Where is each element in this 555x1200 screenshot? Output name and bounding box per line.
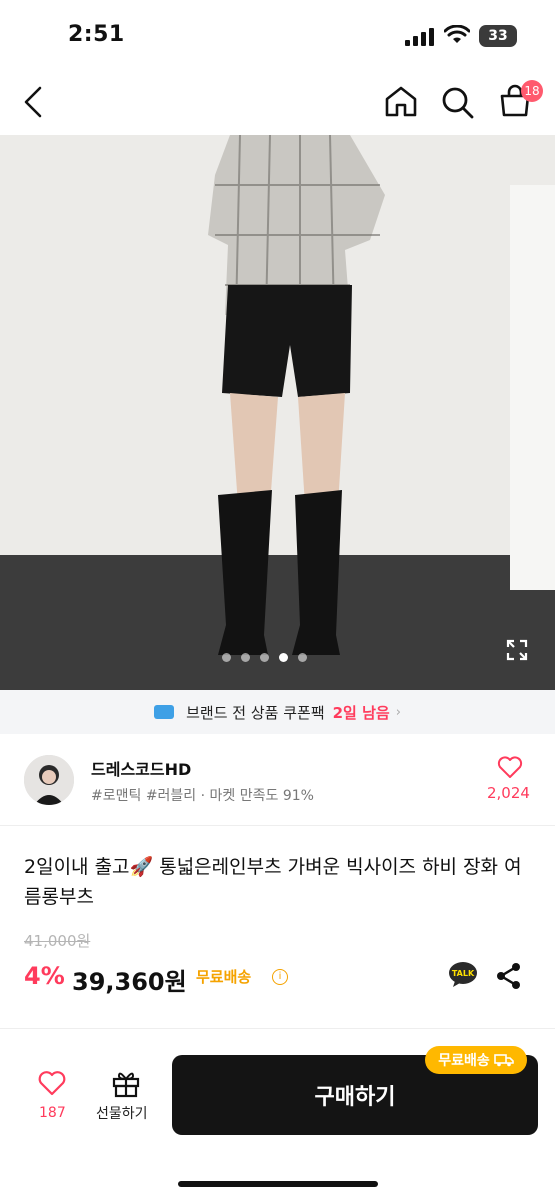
cart-count-badge: 18 xyxy=(521,80,543,102)
battery-indicator: 33 xyxy=(479,25,517,47)
chevron-right-icon: › xyxy=(395,704,401,720)
search-icon[interactable] xyxy=(441,86,475,120)
seller-name[interactable]: 드레스코드HD xyxy=(91,756,191,780)
seller-tags: #로맨틱 #러블리 · 마켓 만족도 91% xyxy=(91,788,314,804)
divider xyxy=(0,825,555,826)
discount-rate: 4% xyxy=(24,962,65,990)
original-price: 41,000원 xyxy=(24,932,91,950)
carousel-indicator xyxy=(222,653,307,662)
free-shipping-label: 무료배송 xyxy=(196,968,252,986)
heart-icon[interactable] xyxy=(38,1070,66,1096)
coupon-text: 브랜드 전 상품 쿠폰팩 xyxy=(186,703,325,722)
divider xyxy=(0,1028,555,1029)
info-icon[interactable]: i xyxy=(272,969,288,985)
seller-avatar-image xyxy=(24,755,74,805)
heart-icon[interactable] xyxy=(497,755,523,779)
product-photo xyxy=(0,135,555,690)
coupon-icon xyxy=(154,705,175,719)
seller-avatar[interactable] xyxy=(24,755,74,805)
carousel-dot[interactable] xyxy=(260,653,269,662)
svg-text:TALK: TALK xyxy=(452,969,475,978)
truck-icon xyxy=(493,1054,514,1067)
kakao-talk-icon[interactable]: TALK xyxy=(448,961,478,987)
free-shipping-badge-label: 무료배송 xyxy=(438,1053,490,1069)
carousel-dot[interactable] xyxy=(298,653,307,662)
product-title: 2일이내 출고🚀 통넓은레인부츠 가벼운 빅사이즈 하비 장화 여름롱부츠 xyxy=(24,856,522,908)
wifi-icon xyxy=(444,25,470,43)
expand-icon[interactable] xyxy=(505,638,529,662)
home-indicator xyxy=(178,1181,378,1187)
free-shipping-badge: 무료배송 xyxy=(425,1046,527,1074)
coupon-days-left: 2일 남음 xyxy=(332,703,390,722)
gift-icon[interactable] xyxy=(111,1068,141,1098)
cellular-signal-icon xyxy=(405,28,434,46)
like-count: 187 xyxy=(39,1105,66,1121)
product-image-carousel[interactable] xyxy=(0,135,555,690)
sale-price: 39,360원 xyxy=(72,968,187,996)
seller-like-count: 2,024 xyxy=(487,784,530,802)
home-icon[interactable] xyxy=(384,85,418,117)
carousel-dot[interactable] xyxy=(241,653,250,662)
carousel-dot[interactable] xyxy=(279,653,288,662)
gift-label[interactable]: 선물하기 xyxy=(96,1103,148,1123)
carousel-dot[interactable] xyxy=(222,653,231,662)
share-icon[interactable] xyxy=(496,962,522,990)
status-time: 2:51 xyxy=(68,22,125,47)
coupon-banner[interactable]: 브랜드 전 상품 쿠폰팩 2일 남음 › xyxy=(0,690,555,734)
back-icon[interactable] xyxy=(22,86,46,118)
